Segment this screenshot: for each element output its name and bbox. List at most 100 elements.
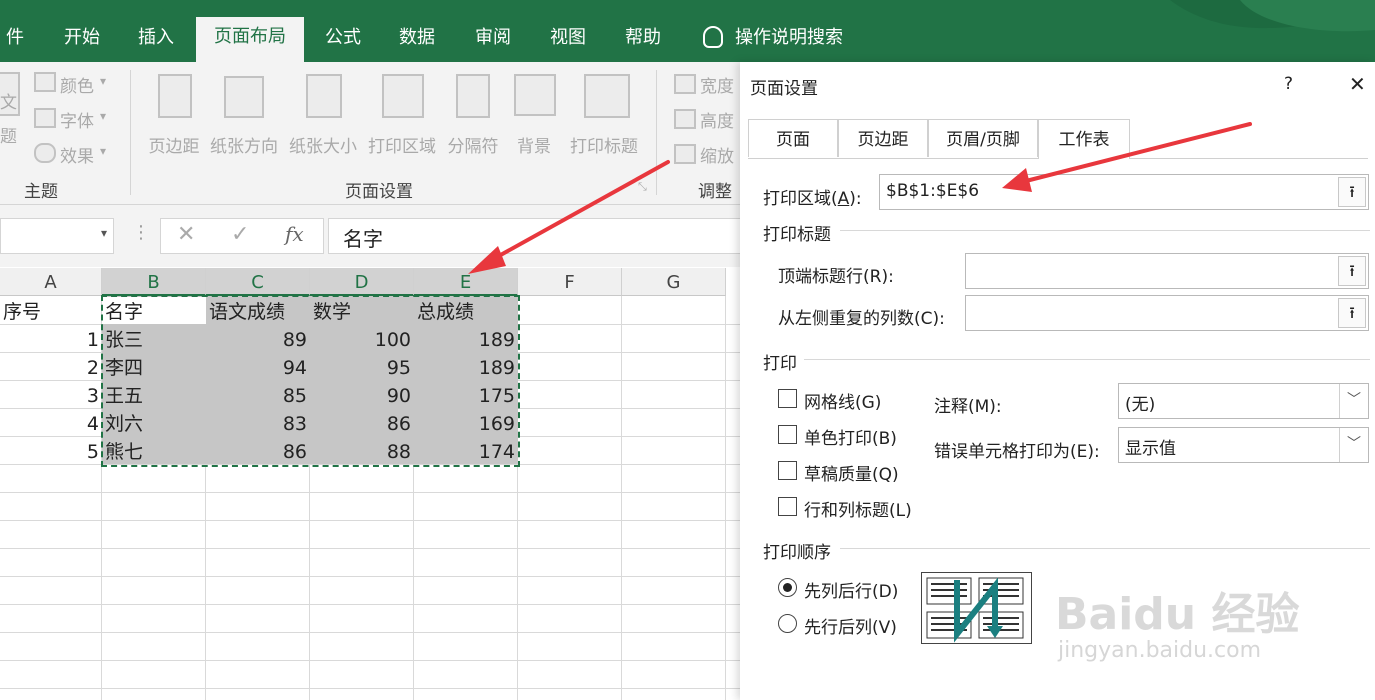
tab-data[interactable]: 数据 <box>384 18 450 62</box>
cell-e1[interactable]: 总成绩 <box>414 298 518 326</box>
breaks-button[interactable]: 分隔符 <box>444 132 502 157</box>
name-box[interactable]: ▾ <box>0 218 114 254</box>
dialog-launcher-icon[interactable]: ⤡ <box>638 180 647 194</box>
col-header-a[interactable]: A <box>0 268 102 296</box>
table-row-cell[interactable]: 张三 <box>102 326 206 354</box>
cell-c1[interactable]: 语文成绩 <box>206 298 310 326</box>
tab-formulas[interactable]: 公式 <box>310 18 376 62</box>
range-picker-icon[interactable]: ⭱ <box>1338 298 1366 328</box>
enter-check-icon[interactable]: ✓ <box>231 222 249 247</box>
table-row-cell[interactable]: 174 <box>414 438 518 466</box>
tab-file[interactable]: 件 <box>0 18 30 62</box>
table-row-cell[interactable]: 4 <box>0 410 102 438</box>
over-then-down-radio[interactable] <box>778 614 797 633</box>
tab-page[interactable]: 页面 <box>748 119 838 157</box>
print-titles-button[interactable]: 打印标题 <box>566 132 642 157</box>
draft-quality-checkbox[interactable] <box>778 461 797 480</box>
colors-button[interactable]: 颜色 <box>60 72 94 97</box>
tab-help[interactable]: 帮助 <box>610 18 676 62</box>
effects-button[interactable]: 效果 <box>60 142 94 167</box>
table-row-cell[interactable]: 3 <box>0 382 102 410</box>
tab-page-layout[interactable]: 页面布局 <box>196 17 304 62</box>
comments-select[interactable]: (无) ﹀ <box>1118 383 1369 419</box>
table-row-cell[interactable]: 熊七 <box>102 438 206 466</box>
tab-home[interactable]: 开始 <box>48 18 116 62</box>
row-col-headings-label: 行和列标题(L) <box>804 501 912 521</box>
width-control[interactable]: 宽度 <box>700 72 734 97</box>
group-label-scale: 调整 <box>698 182 732 202</box>
table-row-cell[interactable]: 189 <box>414 326 518 354</box>
table-row-cell[interactable]: 刘六 <box>102 410 206 438</box>
size-button[interactable]: 纸张大小 <box>286 132 360 157</box>
table-row-cell[interactable]: 85 <box>206 382 310 410</box>
themes-partial-label: 文 <box>0 93 17 113</box>
section-divider <box>840 230 1370 231</box>
table-row-cell[interactable]: 169 <box>414 410 518 438</box>
table-row-cell[interactable]: 王五 <box>102 382 206 410</box>
table-row-cell[interactable]: 86 <box>206 438 310 466</box>
col-header-f[interactable]: F <box>518 268 622 296</box>
print-area-input[interactable]: $B$1:$E$6 ⭱ <box>879 174 1369 210</box>
left-cols-input[interactable]: ⭱ <box>965 295 1369 331</box>
background-button[interactable]: 背景 <box>512 132 556 157</box>
col-header-d[interactable]: D <box>310 268 414 296</box>
print-area-accesskey: A <box>837 189 850 209</box>
table-row-cell[interactable]: 86 <box>310 410 414 438</box>
tab-sheet[interactable]: 工作表 <box>1038 119 1130 159</box>
table-row-cell[interactable]: 90 <box>310 382 414 410</box>
tell-me-search[interactable]: 操作说明搜索 <box>735 18 860 62</box>
black-white-checkbox[interactable] <box>778 425 797 444</box>
radio-selected-dot <box>783 583 792 592</box>
table-row-cell[interactable]: 189 <box>414 354 518 382</box>
table-row-cell[interactable]: 1 <box>0 326 102 354</box>
table-row-cell[interactable]: 94 <box>206 354 310 382</box>
fonts-icon <box>34 108 56 128</box>
table-row-cell[interactable]: 李四 <box>102 354 206 382</box>
col-header-g[interactable]: G <box>622 268 726 296</box>
tab-review[interactable]: 审阅 <box>460 18 526 62</box>
fonts-button[interactable]: 字体 <box>60 107 94 132</box>
tab-insert[interactable]: 插入 <box>122 18 190 62</box>
print-titles-heading: 打印标题 <box>763 225 831 245</box>
gridlines-checkbox[interactable] <box>778 389 797 408</box>
table-row-cell[interactable]: 2 <box>0 354 102 382</box>
formula-input[interactable]: 名字 <box>328 218 750 254</box>
table-row-cell[interactable]: 89 <box>206 326 310 354</box>
cancel-icon[interactable]: ✕ <box>177 222 195 247</box>
tab-view[interactable]: 视图 <box>535 18 601 62</box>
table-row-cell[interactable]: 88 <box>310 438 414 466</box>
table-row-cell[interactable]: 175 <box>414 382 518 410</box>
cell-a1[interactable]: 序号 <box>0 298 102 326</box>
print-heading: 打印 <box>763 354 797 374</box>
table-row-cell[interactable]: 100 <box>310 326 414 354</box>
col-header-c[interactable]: C <box>206 268 310 296</box>
cell-errors-select[interactable]: 显示值 ﹀ <box>1118 427 1369 463</box>
insert-function-icon[interactable]: fx <box>285 222 304 246</box>
scale-control[interactable]: 缩放 <box>700 142 734 167</box>
col-header-b[interactable]: B <box>102 268 206 296</box>
tab-header-footer[interactable]: 页眉/页脚 <box>928 119 1038 157</box>
margins-button[interactable]: 页边距 <box>146 132 202 157</box>
height-icon <box>674 109 696 129</box>
top-rows-input[interactable]: ⭱ <box>965 253 1369 289</box>
down-then-over-radio[interactable] <box>778 578 797 597</box>
range-picker-icon[interactable]: ⭱ <box>1338 256 1366 286</box>
orientation-button[interactable]: 纸张方向 <box>207 132 281 157</box>
table-row-cell[interactable]: 83 <box>206 410 310 438</box>
cell-b1[interactable]: 名字 <box>102 298 206 326</box>
close-icon[interactable]: ✕ <box>1349 72 1366 96</box>
tab-margins[interactable]: 页边距 <box>838 119 928 157</box>
height-control[interactable]: 高度 <box>700 107 734 132</box>
range-picker-icon[interactable]: ⭱ <box>1338 177 1366 207</box>
table-row-cell[interactable]: 95 <box>310 354 414 382</box>
page-order-preview-icon <box>921 572 1032 644</box>
col-header-e[interactable]: E <box>414 268 518 296</box>
print-titles-icon <box>584 74 630 118</box>
print-area-icon <box>382 74 424 118</box>
help-button[interactable]: ? <box>1284 74 1293 94</box>
lightbulb-icon <box>703 26 723 48</box>
row-col-headings-checkbox[interactable] <box>778 497 797 516</box>
cell-d1[interactable]: 数学 <box>310 298 414 326</box>
print-area-button[interactable]: 打印区域 <box>365 132 439 157</box>
table-row-cell[interactable]: 5 <box>0 438 102 466</box>
